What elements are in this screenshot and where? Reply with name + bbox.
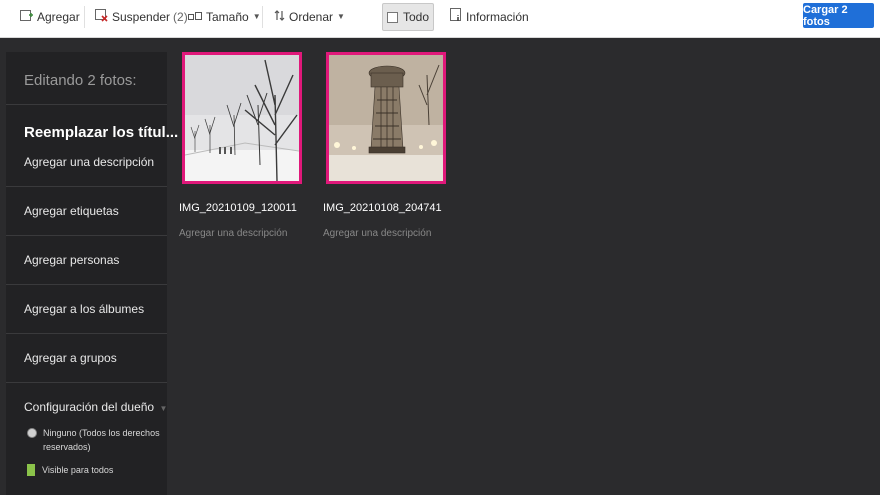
size-icon: [188, 10, 202, 24]
photo-card[interactable]: IMG_20210109_120011 Agregar una descripc…: [179, 52, 302, 239]
suspend-label: Suspender: [112, 9, 171, 24]
photo-title[interactable]: IMG_20210108_204741: [323, 202, 446, 214]
photo-description-field[interactable]: Agregar una descripción: [179, 228, 302, 239]
license-setting[interactable]: Ninguno (Todos los derechos reservados): [27, 426, 160, 454]
checkbox-icon: [386, 11, 398, 23]
edit-sidebar: Editando 2 fotos: Reemplazar los títul..…: [6, 52, 178, 495]
photo-thumbnail[interactable]: [182, 52, 302, 184]
copyright-icon: [27, 428, 37, 438]
visibility-label: Visible para todos: [42, 465, 114, 475]
add-photo-icon: [20, 9, 33, 25]
chevron-down-icon: ▼: [159, 404, 168, 413]
photo-card[interactable]: IMG_20210108_204741 Agregar una descripc…: [323, 52, 446, 239]
snowy-park-image: [185, 55, 299, 181]
info-button[interactable]: Información: [450, 0, 529, 33]
suspend-button[interactable]: Suspender (2): [95, 0, 188, 33]
add-description-field[interactable]: Agregar una descripción: [24, 155, 154, 169]
chevron-down-icon: ▼: [252, 12, 261, 21]
replace-titles-field[interactable]: Reemplazar los títul...: [24, 124, 178, 141]
toolbar-divider: [262, 6, 263, 28]
sidebar-divider: [6, 382, 167, 383]
add-button[interactable]: Agregar: [20, 0, 80, 33]
size-dropdown[interactable]: Tamaño ▼: [188, 0, 261, 33]
add-groups-link[interactable]: Agregar a grupos: [24, 351, 117, 365]
license-line2: reservados): [43, 442, 91, 452]
owner-settings-link[interactable]: Configuración del dueño ▼: [24, 400, 167, 414]
add-people-link[interactable]: Agregar personas: [24, 253, 119, 267]
size-label: Tamaño: [206, 9, 249, 24]
chevron-down-icon: ▼: [337, 12, 345, 21]
sort-icon: [274, 9, 285, 24]
sidebar-divider: [6, 235, 167, 236]
sidebar-divider: [6, 284, 167, 285]
add-albums-link[interactable]: Agregar a los álbumes: [24, 302, 144, 316]
select-all-button[interactable]: Todo: [382, 3, 434, 31]
add-tags-link[interactable]: Agregar etiquetas: [24, 204, 119, 218]
owner-settings-label: Configuración del dueño: [24, 400, 155, 414]
sort-dropdown[interactable]: Ordenar ▼: [274, 0, 345, 33]
suspend-count: (2): [173, 9, 188, 24]
visibility-icon: [27, 464, 35, 476]
sidebar-divider: [6, 104, 167, 105]
upload-button[interactable]: Cargar 2 fotos: [803, 3, 874, 28]
license-line1: Ninguno (Todos los derechos: [43, 428, 160, 438]
remove-photo-icon: [95, 8, 108, 25]
info-label: Información: [466, 9, 529, 24]
toolbar-divider: [84, 6, 85, 28]
visibility-setting[interactable]: Visible para todos: [27, 463, 113, 477]
photo-title[interactable]: IMG_20210109_120011: [179, 202, 302, 214]
editing-heading: Editando 2 fotos:: [24, 72, 137, 89]
toolbar: Agregar Suspender (2) Tamaño ▼ Ordenar ▼…: [0, 0, 880, 38]
info-icon: [450, 8, 462, 25]
license-text: Ninguno (Todos los derechos reservados): [43, 426, 160, 454]
sidebar-divider: [6, 186, 167, 187]
select-all-label: Todo: [402, 10, 430, 24]
photo-thumbnail[interactable]: [326, 52, 446, 184]
add-label: Agregar: [37, 9, 80, 24]
sort-label: Ordenar: [289, 9, 334, 24]
water-tower-image: [329, 55, 443, 181]
sidebar-divider: [6, 333, 167, 334]
photo-description-field[interactable]: Agregar una descripción: [323, 228, 446, 239]
